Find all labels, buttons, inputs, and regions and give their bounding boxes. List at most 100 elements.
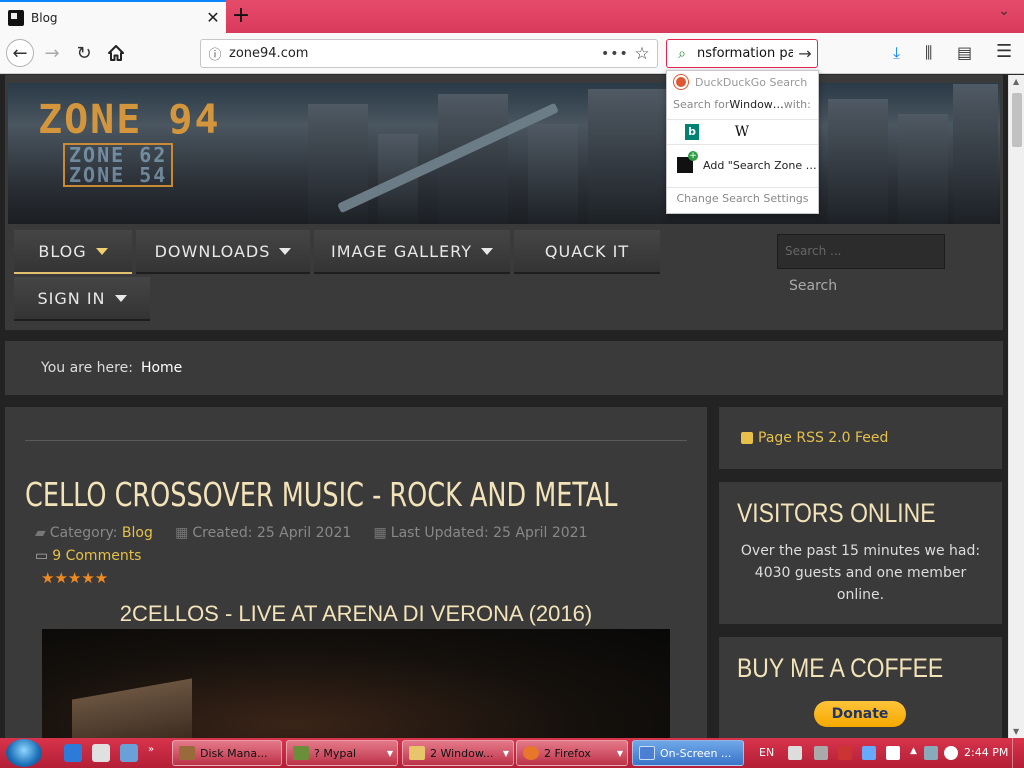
calendar-icon: ▦ (175, 525, 189, 541)
site-header: ZONE 94 ZONE 62 ZONE 54 (5, 75, 1003, 330)
nav-label: DOWNLOADS (154, 241, 271, 261)
tray-icon[interactable] (886, 746, 900, 760)
page-actions-icon[interactable]: ••• (601, 46, 628, 62)
tray-icon[interactable] (788, 746, 802, 760)
url-text[interactable]: zone94.com (229, 46, 601, 61)
home-icon (108, 45, 124, 61)
browser-search-input[interactable]: ⌕ nsformation pa → (666, 39, 818, 68)
nav-item-quack-it[interactable]: QUACK IT (514, 230, 660, 274)
page-scrollbar[interactable]: ▲ ▼ (1008, 75, 1024, 738)
taskbar-button-disk-management[interactable]: Disk Mana... (172, 740, 282, 766)
duckduckgo-icon (674, 75, 688, 89)
nav-item-blog[interactable]: BLOG (14, 230, 132, 274)
scrollbar-thumb[interactable] (1012, 93, 1022, 147)
chevron-down-icon[interactable]: ⌄ (998, 3, 1010, 19)
add-engine-label: Add "Search Zone … (703, 158, 817, 172)
category-label: Category: (49, 525, 118, 541)
go-arrow-icon[interactable]: → (793, 44, 817, 63)
tray-icon[interactable] (862, 746, 876, 760)
taskbar-button-on-screen-keyboard[interactable]: On-Screen ... (632, 740, 744, 766)
back-button[interactable]: ← (6, 39, 34, 67)
rss-box: Page RSS 2.0 Feed (719, 407, 1002, 469)
chevron-down-icon: ▼ (502, 748, 509, 758)
comments-row: ▭ 9 Comments (35, 548, 141, 564)
breadcrumb-home[interactable]: Home (141, 360, 182, 376)
updated-date: Last Updated: 25 April 2021 (390, 525, 588, 541)
download-icon[interactable]: ⤓ (893, 43, 900, 63)
nav-toolbar: ← → ↻ ⓘ zone94.com ••• ☆ ⌕ nsformation p… (0, 33, 1024, 74)
reload-button[interactable]: ↻ (70, 39, 98, 67)
show-hidden-icons-icon[interactable]: ▲ (910, 746, 920, 760)
donate-button[interactable]: Donate (814, 701, 906, 727)
network-icon[interactable] (924, 746, 938, 760)
search-value[interactable]: nsformation pa (697, 46, 793, 61)
ie-icon[interactable] (64, 744, 82, 762)
hamburger-menu-icon[interactable]: ☰ (996, 41, 1012, 62)
bookmark-star-icon[interactable]: ☆ (627, 44, 657, 64)
nav-item-sign-in[interactable]: SIGN IN (14, 277, 150, 321)
tray-icon[interactable] (838, 746, 852, 760)
wikipedia-engine-button[interactable]: W (717, 119, 767, 145)
taskbar-label: 2 Window... (430, 746, 494, 760)
taskbar-button-windows[interactable]: 2 Window... ▼ (402, 740, 514, 766)
volume-icon[interactable] (944, 746, 958, 760)
start-button[interactable] (6, 739, 42, 767)
info-icon[interactable]: ⓘ (201, 44, 229, 63)
nav-item-downloads[interactable]: DOWNLOADS (136, 230, 310, 274)
nav-label: IMAGE GALLERY (331, 241, 472, 261)
comments-link[interactable]: 9 Comments (52, 548, 141, 564)
tab-close-icon[interactable]: ✕ (200, 8, 226, 27)
show-desktop-button[interactable] (1012, 738, 1024, 768)
breadcrumb: You are here: Home (5, 341, 1003, 395)
star-rating[interactable]: ★★★★★ (41, 569, 108, 587)
add-search-engine-item[interactable]: Add "Search Zone … (667, 151, 818, 179)
bing-engine-button[interactable]: b (667, 119, 717, 145)
scroll-down-icon[interactable]: ▼ (1013, 727, 1019, 736)
app-icon[interactable] (92, 744, 110, 762)
url-bar[interactable]: ⓘ zone94.com ••• ☆ (200, 39, 658, 68)
new-tab-button[interactable]: + (230, 4, 252, 28)
site-logo-sub: ZONE 62 ZONE 54 (63, 143, 174, 187)
sidebar-icon[interactable]: ▤ (957, 43, 972, 62)
site-search-button[interactable]: Search (777, 270, 847, 304)
search-for-prefix: Search for (673, 97, 730, 111)
chevron-down-icon: ▼ (616, 748, 623, 758)
explorer-icon[interactable] (120, 744, 138, 762)
taskbar-button-firefox[interactable]: 2 Firefox ▼ (516, 740, 628, 766)
tab-blog[interactable]: Blog ✕ (0, 0, 226, 33)
caret-down-icon (95, 247, 108, 255)
tray-icon[interactable] (814, 746, 828, 760)
divider (25, 440, 687, 441)
library-icon[interactable]: ⫼ (925, 43, 932, 63)
site-banner: ZONE 94 ZONE 62 ZONE 54 (8, 83, 1000, 224)
scroll-up-icon[interactable]: ▲ (1013, 77, 1019, 86)
rss-link[interactable]: Page RSS 2.0 Feed (758, 430, 888, 446)
search-for-suffix: with: (783, 97, 811, 111)
clock[interactable]: 2:44 PM (964, 746, 1008, 759)
search-icon[interactable]: ⌕ (667, 46, 697, 62)
video-player[interactable] (42, 629, 670, 738)
chevron-right-icon[interactable]: » (148, 744, 158, 762)
site-logo[interactable]: ZONE 94 (38, 97, 221, 143)
nav-label: QUACK IT (544, 241, 630, 261)
banner-building (828, 99, 888, 224)
article-title[interactable]: CELLO CROSSOVER MUSIC - ROCK AND METAL (25, 475, 618, 514)
site-search-input[interactable]: Search ... (777, 234, 945, 269)
tab-title: Blog (31, 10, 58, 25)
one-off-engines: b W (667, 119, 818, 145)
taskbar-button-mypal[interactable]: ? Mypal ▼ (286, 740, 398, 766)
change-search-settings-button[interactable]: Change Search Settings (667, 187, 818, 209)
tab-strip: Blog ✕ + ⌄ (0, 0, 1024, 33)
category-link[interactable]: Blog (122, 525, 153, 541)
home-button[interactable] (102, 39, 130, 67)
forward-button[interactable]: → (38, 39, 66, 67)
add-engine-icon (677, 151, 698, 173)
video-title: 2CELLOS - LIVE AT ARENA DI VERONA (2016) (119, 601, 593, 626)
nav-item-image-gallery[interactable]: IMAGE GALLERY (314, 230, 510, 274)
folder-icon (409, 746, 425, 760)
banner-building (953, 84, 998, 224)
language-indicator[interactable]: EN (759, 746, 774, 759)
search-dropdown: DuckDuckGo Search Search for Window… wit… (666, 70, 819, 214)
taskbar-label: On-Screen ... (660, 746, 732, 760)
caret-down-icon (480, 247, 493, 255)
